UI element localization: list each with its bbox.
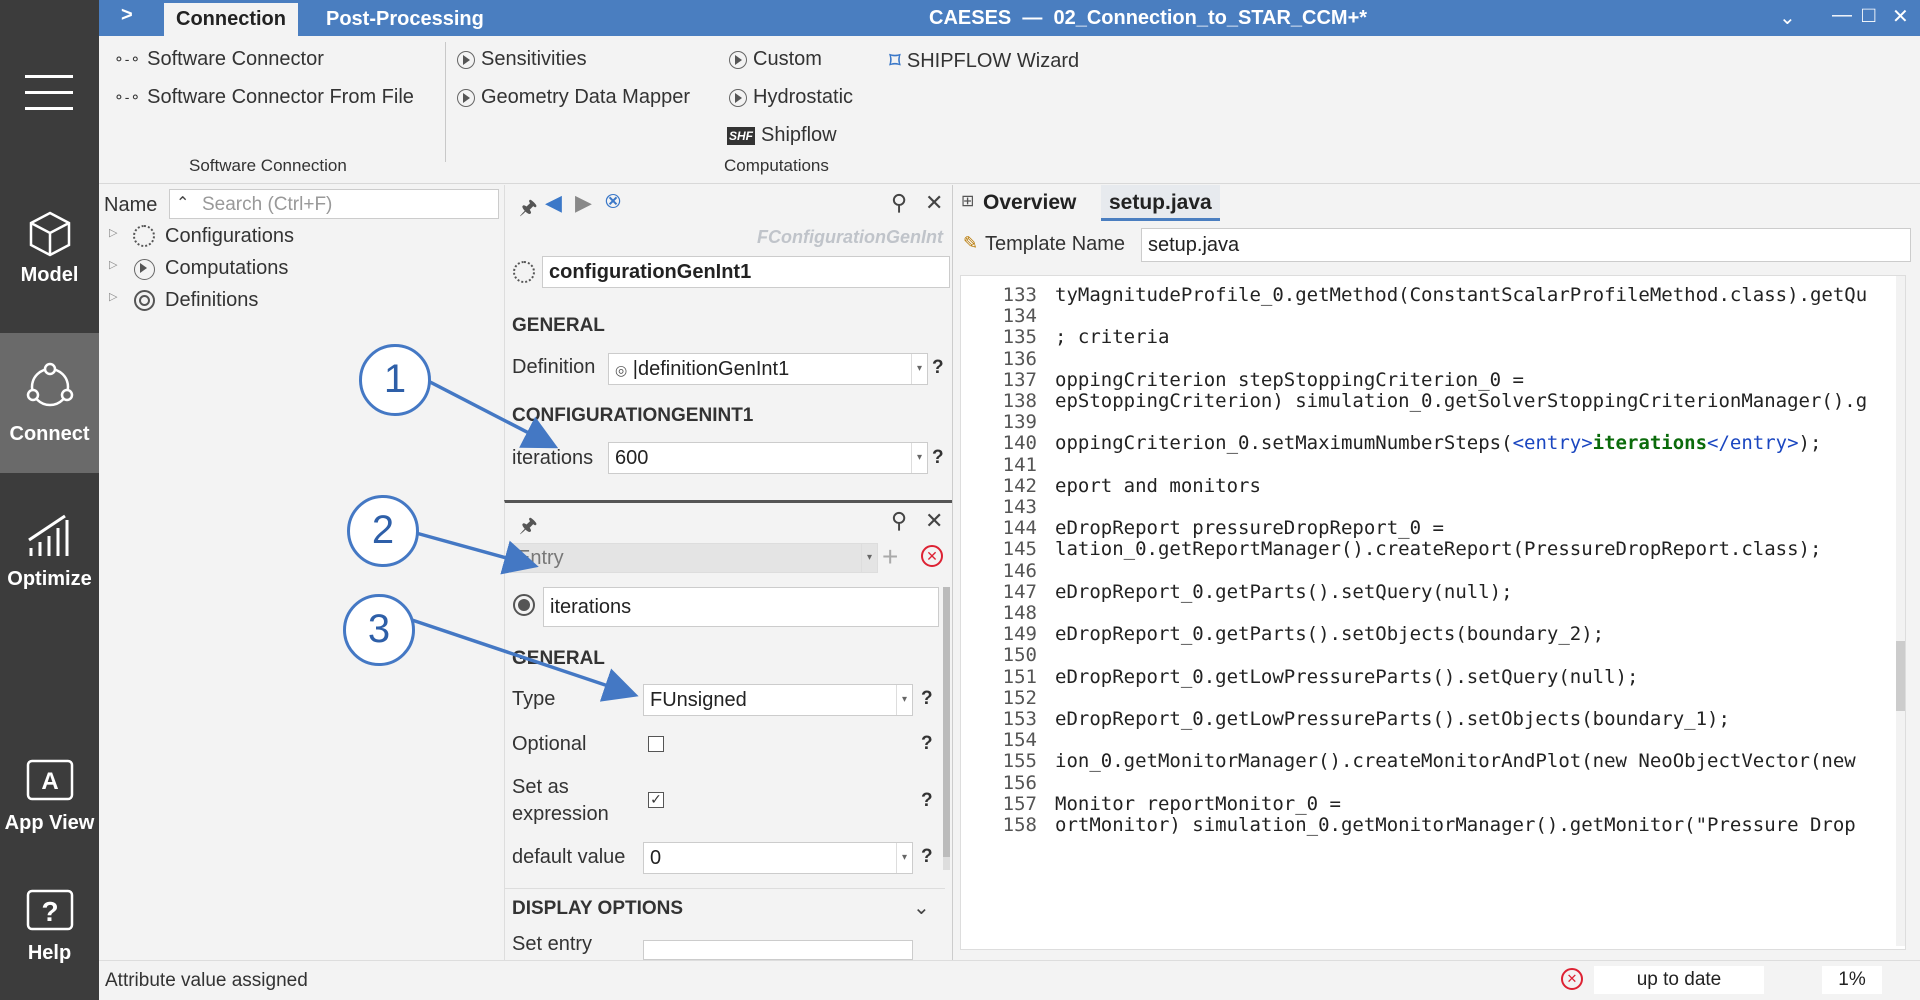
- annotation-badge-1: 1: [359, 344, 431, 416]
- annotation-arrows: [411, 380, 639, 702]
- status-message: Attribute value assigned: [105, 970, 308, 991]
- app-window: Model Connect Optimize A App View ? Help…: [0, 0, 1920, 1000]
- annotation-badge-3: 3: [343, 594, 415, 666]
- annotation-arrow-1: [429, 380, 559, 449]
- annotation-badge-2: 2: [347, 495, 419, 567]
- status-bar: Attribute value assigned ✕ up to date 1%: [99, 960, 1920, 1000]
- update-state: up to date: [1594, 966, 1764, 994]
- annotation-arrow-3: [411, 618, 639, 702]
- error-status-icon[interactable]: ✕: [1561, 968, 1583, 990]
- progress-percent: 1%: [1822, 966, 1882, 994]
- annotation-arrow-2: [415, 531, 539, 575]
